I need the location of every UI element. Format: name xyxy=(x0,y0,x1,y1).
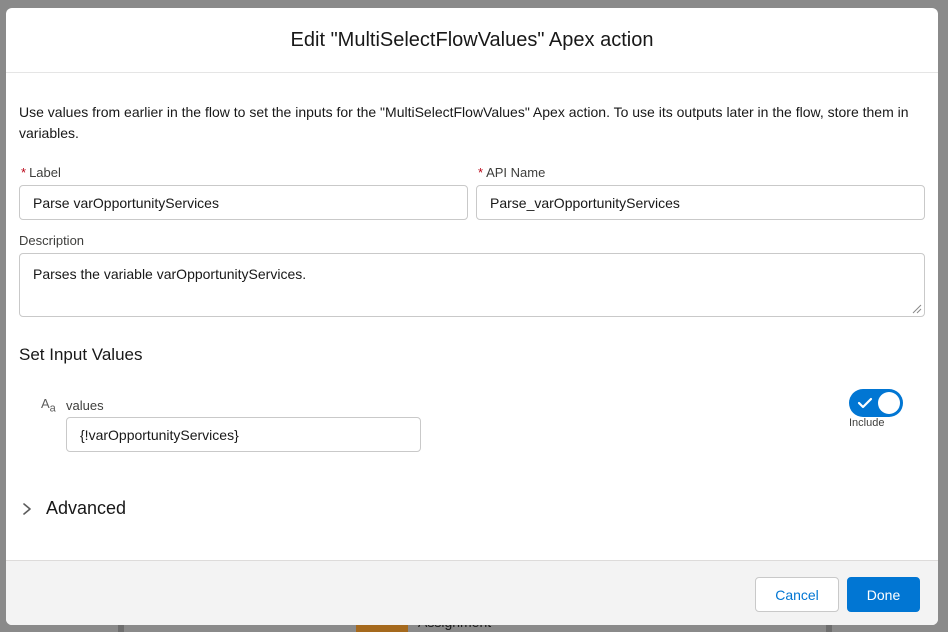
set-input-values-heading: Set Input Values xyxy=(19,345,143,364)
modal-footer: Cancel Done xyxy=(6,560,938,625)
resize-grip-icon[interactable] xyxy=(912,304,922,314)
edit-apex-action-modal: Edit "MultiSelectFlowValues" Apex action… xyxy=(6,8,938,625)
label-field-label-text: Label xyxy=(29,165,61,180)
toggle-knob xyxy=(878,392,900,414)
include-toggle[interactable] xyxy=(849,389,903,417)
modal-body: Use values from earlier in the flow to s… xyxy=(6,74,938,560)
label-field-label: * Label xyxy=(21,165,61,180)
values-param-input[interactable]: {!varOpportunityServices} xyxy=(66,417,421,452)
cancel-button[interactable]: Cancel xyxy=(755,577,839,612)
description-value: Parses the variable varOpportunityServic… xyxy=(33,266,307,282)
text-type-icon: Aa xyxy=(41,396,56,415)
description-textarea[interactable]: Parses the variable varOpportunityServic… xyxy=(19,253,925,317)
label-input[interactable]: Parse varOpportunityServices xyxy=(19,185,468,220)
api-name-input-value: Parse_varOpportunityServices xyxy=(490,194,680,211)
chevron-right-icon xyxy=(23,502,31,515)
api-name-field-label: * API Name xyxy=(478,165,545,180)
label-input-value: Parse varOpportunityServices xyxy=(33,194,219,211)
intro-text: Use values from earlier in the flow to s… xyxy=(19,104,909,141)
advanced-label: Advanced xyxy=(46,498,127,518)
advanced-section-toggle[interactable]: Advanced xyxy=(20,498,126,519)
include-toggle-caption: Include xyxy=(849,417,885,429)
description-field-label: Description xyxy=(19,233,85,248)
api-name-field-label-text: API Name xyxy=(486,165,546,180)
values-param-value: {!varOpportunityServices} xyxy=(80,426,239,443)
api-name-input[interactable]: Parse_varOpportunityServices xyxy=(476,185,925,220)
required-marker: * xyxy=(478,165,484,180)
check-icon xyxy=(857,397,873,409)
modal-header: Edit "MultiSelectFlowValues" Apex action xyxy=(6,8,938,73)
done-button[interactable]: Done xyxy=(847,577,920,612)
modal-title: Edit "MultiSelectFlowValues" Apex action xyxy=(290,28,654,51)
required-marker: * xyxy=(21,165,27,180)
values-param-label: values xyxy=(66,398,104,413)
